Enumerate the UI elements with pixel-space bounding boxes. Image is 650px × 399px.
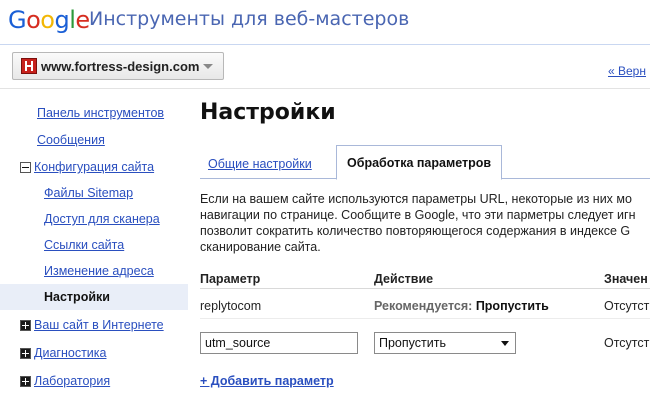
param-name-cell: replytocom: [200, 299, 262, 313]
description-line: навигации по странице. Сообщите в Google…: [200, 208, 636, 222]
chevron-down-icon: [203, 63, 214, 69]
tab-parameter-handling[interactable]: Обработка параметров: [336, 145, 503, 180]
logo-letter: e: [75, 6, 90, 34]
sidebar-item-dashboard[interactable]: Панель инструментов: [37, 100, 164, 126]
action-dropdown[interactable]: Пропустить: [374, 332, 516, 354]
sidebar-item-site-on-web[interactable]: Ваш сайт в Интернете: [20, 312, 164, 338]
site-selector[interactable]: www.fortress-design.com: [12, 52, 224, 80]
description-line: Если на вашем сайте используются парамет…: [200, 192, 632, 206]
section-divider: [0, 88, 650, 89]
add-parameter-link[interactable]: + Добавить параметр: [200, 374, 334, 388]
column-header-value: Значен: [604, 272, 648, 286]
param-action-cell: Рекомендуется: Пропустить: [374, 299, 549, 313]
logo-letter: G: [8, 6, 27, 34]
parameter-description: Если на вашем сайте используются парамет…: [200, 191, 650, 255]
back-link[interactable]: « Верн: [608, 64, 646, 78]
sidebar-item-site-config[interactable]: Конфигурация сайта: [20, 154, 154, 180]
table-row-divider: [200, 318, 650, 319]
sidebar-item-change-address[interactable]: Изменение адреса: [44, 258, 154, 284]
chevron-down-icon: [501, 341, 509, 346]
product-name: Инструменты для веб-мастеров: [89, 8, 410, 30]
expand-icon[interactable]: [20, 375, 31, 387]
expand-icon[interactable]: [20, 347, 31, 359]
page-title: Настройки: [200, 100, 336, 125]
tab-bar: Общие настройки Обработка параметров: [200, 145, 650, 180]
description-line: сканирование сайта.: [200, 240, 321, 254]
sidebar-item-label: Ваш сайт в Интернете: [34, 318, 164, 332]
new-param-value-cell: Отсутст: [604, 336, 650, 350]
table-header-divider: [200, 288, 650, 289]
action-dropdown-value: Пропустить: [379, 336, 446, 350]
expand-icon[interactable]: [20, 319, 31, 331]
tab-general-settings[interactable]: Общие настройки: [200, 149, 320, 179]
sidebar-item-sitelinks[interactable]: Ссылки сайта: [44, 232, 124, 258]
site-favicon-icon: [21, 58, 37, 74]
sidebar-item-sitemaps[interactable]: Файлы Sitemap: [44, 180, 133, 206]
sidebar-item-label: Конфигурация сайта: [34, 160, 155, 174]
logo-letter: o: [26, 6, 41, 34]
parameter-name-input[interactable]: [200, 332, 358, 354]
column-header-parameter: Параметр: [200, 272, 261, 286]
recommended-action: Пропустить: [475, 299, 549, 313]
google-logo: Google: [8, 6, 90, 34]
sidebar-item-settings[interactable]: Настройки: [0, 284, 188, 310]
sidebar-item-crawler-access[interactable]: Доступ для сканера: [44, 206, 160, 232]
logo-letter: g: [54, 6, 70, 34]
sidebar-item-label: Диагностика: [34, 346, 107, 360]
param-value-cell: Отсутст: [604, 299, 650, 313]
sidebar-item-labs[interactable]: Лаборатория: [20, 368, 110, 394]
site-selector-value: www.fortress-design.com: [41, 58, 200, 74]
header-divider: [0, 44, 650, 45]
collapse-icon[interactable]: [20, 161, 31, 173]
recommended-label: Рекомендуется:: [374, 299, 473, 313]
sidebar-item-label: Лаборатория: [34, 374, 111, 388]
logo-letter: o: [40, 6, 55, 34]
column-header-action: Действие: [374, 272, 434, 286]
sidebar-item-messages[interactable]: Сообщения: [37, 127, 105, 153]
description-line: позволит сократить количество повторяюще…: [200, 224, 631, 238]
sidebar-item-diagnostics[interactable]: Диагностика: [20, 340, 106, 366]
